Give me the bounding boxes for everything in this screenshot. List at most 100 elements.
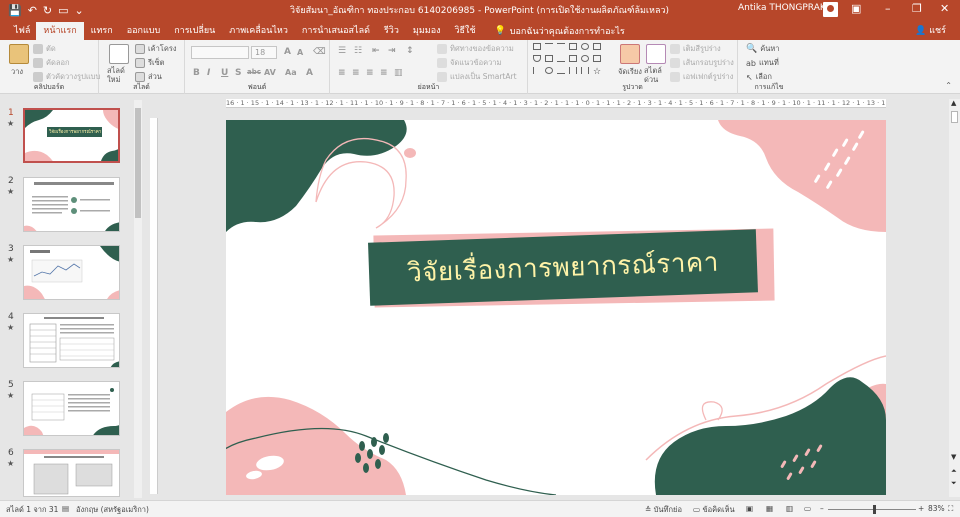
- tab-file[interactable]: ไฟล์: [8, 22, 36, 40]
- close-button[interactable]: ✕: [940, 2, 949, 15]
- reading-view-icon[interactable]: ▥: [786, 504, 793, 513]
- language-indicator[interactable]: อังกฤษ (สหรัฐอเมริกา): [76, 504, 149, 516]
- thumbnail-scrollbar[interactable]: [134, 100, 142, 498]
- fit-to-window-icon[interactable]: ⛶: [948, 504, 953, 514]
- green-blob-top-left: [226, 120, 407, 232]
- slide-title[interactable]: วิจัยเรื่องการพยากรณ์ราคา: [406, 242, 720, 294]
- reset-button[interactable]: รีเซ็ต: [148, 57, 165, 69]
- arrange-button[interactable]: จัดเรียง: [618, 66, 642, 78]
- quick-styles-icon[interactable]: [646, 44, 666, 64]
- columns-icon[interactable]: ▥: [394, 68, 403, 78]
- smartart-icon: [437, 72, 447, 82]
- zoom-in-button[interactable]: +: [918, 504, 924, 513]
- slide-sorter-icon[interactable]: ▦: [766, 504, 773, 513]
- slide-thumbnail-6[interactable]: [23, 449, 120, 497]
- spell-check-icon[interactable]: ▤: [62, 504, 69, 513]
- slide-thumbnail-3[interactable]: [23, 245, 120, 300]
- tab-insert[interactable]: แทรก: [84, 22, 120, 40]
- strikethrough-button[interactable]: abc: [247, 68, 261, 76]
- scroll-up-icon[interactable]: ▲: [951, 99, 956, 107]
- increase-indent-icon[interactable]: ⇥: [388, 46, 396, 56]
- text-direction-icon: [437, 44, 447, 54]
- slide-canvas[interactable]: วิจัยเรื่องการพยากรณ์ราคา: [226, 120, 886, 495]
- find-button[interactable]: ค้นหา: [760, 43, 779, 55]
- align-right-icon[interactable]: ≡: [366, 68, 374, 78]
- decrease-indent-icon[interactable]: ⇤: [372, 46, 380, 56]
- slide-scroll-thumb[interactable]: [951, 111, 958, 123]
- restore-button[interactable]: ❐: [912, 2, 922, 15]
- user-avatar[interactable]: [823, 2, 838, 17]
- tab-design[interactable]: ออกแบบ: [120, 22, 168, 40]
- start-from-beginning-icon[interactable]: ▭: [58, 4, 68, 17]
- layout-button[interactable]: เค้าโครง: [148, 43, 177, 55]
- shadow-button[interactable]: S: [235, 68, 241, 78]
- text-direction-button[interactable]: ทิศทางของข้อความ: [450, 43, 514, 55]
- tab-transitions[interactable]: การเปลี่ยน: [167, 22, 222, 40]
- notes-button[interactable]: ≙ บันทึกย่อ: [645, 504, 682, 516]
- shape-outline-button[interactable]: เส้นกรอบรูปร่าง: [683, 57, 734, 69]
- share-button[interactable]: 👤 แชร์: [915, 23, 946, 37]
- tab-animations[interactable]: ภาพเคลื่อนไหว: [222, 22, 295, 40]
- bold-button[interactable]: B: [193, 68, 200, 78]
- slide-show-icon[interactable]: ▭: [804, 504, 811, 513]
- font-size-box[interactable]: 18: [251, 46, 277, 59]
- underline-button[interactable]: U: [221, 68, 228, 78]
- tab-slide-show[interactable]: การนำเสนอสไลด์: [295, 22, 377, 40]
- arrange-icon[interactable]: [620, 44, 640, 64]
- cut-button[interactable]: ตัด: [46, 43, 56, 55]
- character-spacing-button[interactable]: AV: [264, 68, 276, 77]
- numbering-icon[interactable]: ☷: [354, 46, 362, 56]
- comments-button[interactable]: ▭ ข้อคิดเห็น: [693, 504, 735, 516]
- tab-home[interactable]: หน้าแรก: [36, 22, 84, 40]
- slide-scrollbar[interactable]: ▲ ▼ ⏶ ⏷: [949, 99, 960, 497]
- align-text-button[interactable]: จัดแนวข้อความ: [450, 57, 501, 69]
- ribbon-display-options-icon[interactable]: ▣: [851, 2, 861, 15]
- shrink-font-icon[interactable]: A: [297, 48, 303, 57]
- align-center-icon[interactable]: ≡: [352, 68, 360, 78]
- replace-button[interactable]: แทนที่: [759, 57, 779, 69]
- tell-me-box[interactable]: 💡 บอกฉันว่าคุณต้องการทำอะไร: [495, 22, 625, 40]
- clear-formatting-icon[interactable]: ⌫: [313, 47, 326, 57]
- line-spacing-icon[interactable]: ↕: [406, 46, 414, 56]
- tab-view[interactable]: มุมมอง: [406, 22, 448, 40]
- tab-review[interactable]: รีวิว: [377, 22, 406, 40]
- thumb-5-art: [24, 388, 119, 435]
- collapse-ribbon-icon[interactable]: ⌃: [945, 81, 952, 90]
- shape-fill-button[interactable]: เติมสีรูปร่าง: [683, 43, 721, 55]
- customize-qat-icon[interactable]: ⌄: [75, 4, 84, 17]
- shape-effects-icon: [670, 72, 680, 82]
- save-icon[interactable]: 💾: [8, 4, 22, 17]
- new-slide-icon[interactable]: [109, 44, 129, 64]
- previous-slide-icon[interactable]: ⏶: [951, 467, 957, 476]
- drawing-label: รูปวาด: [622, 83, 643, 91]
- zoom-level[interactable]: 83%: [928, 504, 945, 513]
- tab-help[interactable]: วิธีใช้: [448, 22, 483, 40]
- bullets-icon[interactable]: ☰: [338, 46, 346, 56]
- slide-decoration: [226, 120, 886, 495]
- slide-thumbnail-2[interactable]: [23, 177, 120, 232]
- italic-button[interactable]: I: [207, 68, 210, 78]
- normal-view-icon[interactable]: ▣: [746, 504, 753, 513]
- paste-icon[interactable]: [9, 44, 29, 64]
- undo-icon[interactable]: ↶: [28, 4, 37, 17]
- minimize-button[interactable]: –: [885, 2, 891, 15]
- zoom-slider[interactable]: [828, 509, 916, 510]
- scroll-down-icon[interactable]: ▼: [951, 453, 956, 461]
- thumbnail-scroll-thumb[interactable]: [135, 108, 141, 218]
- font-name-box[interactable]: [191, 46, 249, 59]
- zoom-out-button[interactable]: –: [820, 504, 824, 513]
- next-slide-icon[interactable]: ⏷: [951, 479, 957, 488]
- justify-icon[interactable]: ≡: [380, 68, 388, 78]
- align-left-icon[interactable]: ≡: [338, 68, 346, 78]
- zoom-slider-knob[interactable]: [873, 505, 876, 514]
- grow-font-icon[interactable]: A: [284, 47, 291, 57]
- copy-button[interactable]: คัดลอก: [46, 57, 70, 69]
- change-case-button[interactable]: Aa: [285, 68, 297, 77]
- slide-thumbnail-4[interactable]: [23, 313, 120, 368]
- slide-thumbnail-5[interactable]: [23, 381, 120, 436]
- redo-icon[interactable]: ↻: [43, 4, 52, 17]
- font-color-button[interactable]: A: [306, 68, 313, 78]
- paste-label[interactable]: วาง: [11, 66, 23, 78]
- shapes-gallery[interactable]: ☆: [533, 43, 611, 81]
- slide-thumbnail-1[interactable]: วิจัยเรื่องการพยากรณ์ราคา: [23, 108, 120, 163]
